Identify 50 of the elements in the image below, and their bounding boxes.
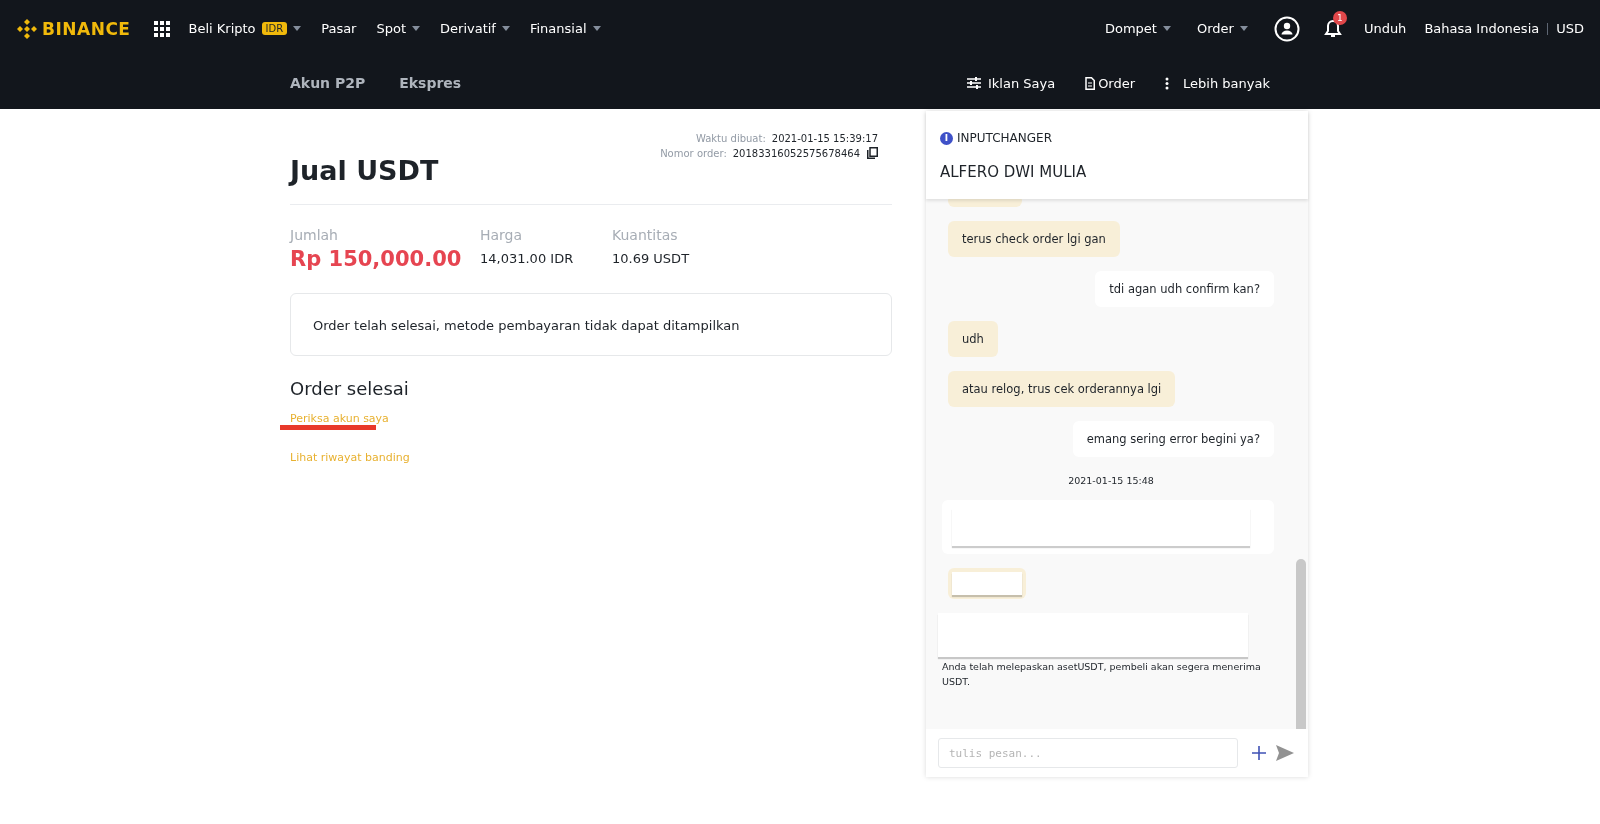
message-time: 2021-01-15 15:48 xyxy=(1068,475,1154,486)
currency-link[interactable]: USD xyxy=(1556,21,1584,36)
nav-link[interactable]: Finansial xyxy=(529,21,587,36)
subnav-tab[interactable]: Ekspres xyxy=(399,75,462,91)
nav-link[interactable]: Order xyxy=(1196,21,1234,36)
download-link[interactable]: Unduh xyxy=(1363,21,1407,36)
message-input[interactable]: tulis pesan... xyxy=(938,738,1238,768)
amount-value: Rp 150,000.00 xyxy=(290,247,463,271)
notice-text: Order telah selesai, metode pembayaran tidak dapat ditampilkan xyxy=(313,318,740,333)
message-bubble: terus check order lgi gan xyxy=(948,221,1120,257)
message-bubble: udh xyxy=(948,321,998,357)
stat-value: 10.69 USDT xyxy=(612,251,690,266)
merchant-avatar: I xyxy=(940,131,953,145)
subnav-link[interactable]: Order xyxy=(1098,75,1136,91)
meta-label: Waktu dibuat: xyxy=(695,133,766,144)
document-icon xyxy=(1085,76,1096,90)
stat-label: Harga xyxy=(480,227,524,243)
sliders-icon xyxy=(966,77,981,89)
order-title: Jual USDT xyxy=(290,155,439,186)
nav-link[interactable]: Spot xyxy=(376,21,407,36)
merchant-name: INPUTCHANGER xyxy=(957,131,1052,145)
nav-link[interactable]: Dompet xyxy=(1104,21,1157,36)
system-message: Anda telah melepaskan asetUSDT, pembeli akan segera menerima USDT. xyxy=(942,660,1262,690)
stat-value: 14,031.00 IDR xyxy=(480,251,575,266)
stat-label: Jumlah xyxy=(290,227,339,243)
more-vertical-icon xyxy=(1165,76,1170,90)
nav-link[interactable]: Pasar xyxy=(321,21,357,36)
notification-badge: 1 xyxy=(1332,10,1347,25)
meta-value: 20183316052575678464 xyxy=(732,147,860,159)
subnav-link[interactable]: Lebih banyak xyxy=(1183,75,1270,91)
grid-menu-icon xyxy=(154,20,171,37)
send-icon[interactable] xyxy=(1276,745,1294,761)
counterparty-name: ALFERO DWI MULIA xyxy=(940,163,1088,181)
message-bubble: emang sering error begini ya? xyxy=(1072,421,1274,457)
subnav-tab[interactable]: Akun P2P xyxy=(290,75,366,91)
nav-link[interactable]: Derivatif xyxy=(440,21,496,36)
currency-badge: IDR xyxy=(261,22,288,35)
order-status: Order selesai xyxy=(290,378,410,399)
diamond-logo-icon xyxy=(16,17,38,40)
message-bubble: atau relog, trus cek orderannya lgi xyxy=(948,371,1176,407)
meta-value: 2021-01-15 15:39:17 xyxy=(771,133,878,144)
nav-link[interactable]: Beli Kripto xyxy=(188,21,256,36)
message-bubble: tdi agan udh confirm kan? xyxy=(1095,271,1274,307)
plus-icon[interactable] xyxy=(1252,746,1266,760)
logo-text: BINANCE xyxy=(42,18,131,39)
language-link[interactable]: Bahasa Indonesia xyxy=(1424,21,1540,36)
meta-label: Nomor order: xyxy=(660,147,727,159)
stat-label: Kuantitas xyxy=(612,227,679,243)
subnav-link[interactable]: Iklan Saya xyxy=(987,75,1056,91)
user-avatar-icon xyxy=(1273,15,1300,42)
